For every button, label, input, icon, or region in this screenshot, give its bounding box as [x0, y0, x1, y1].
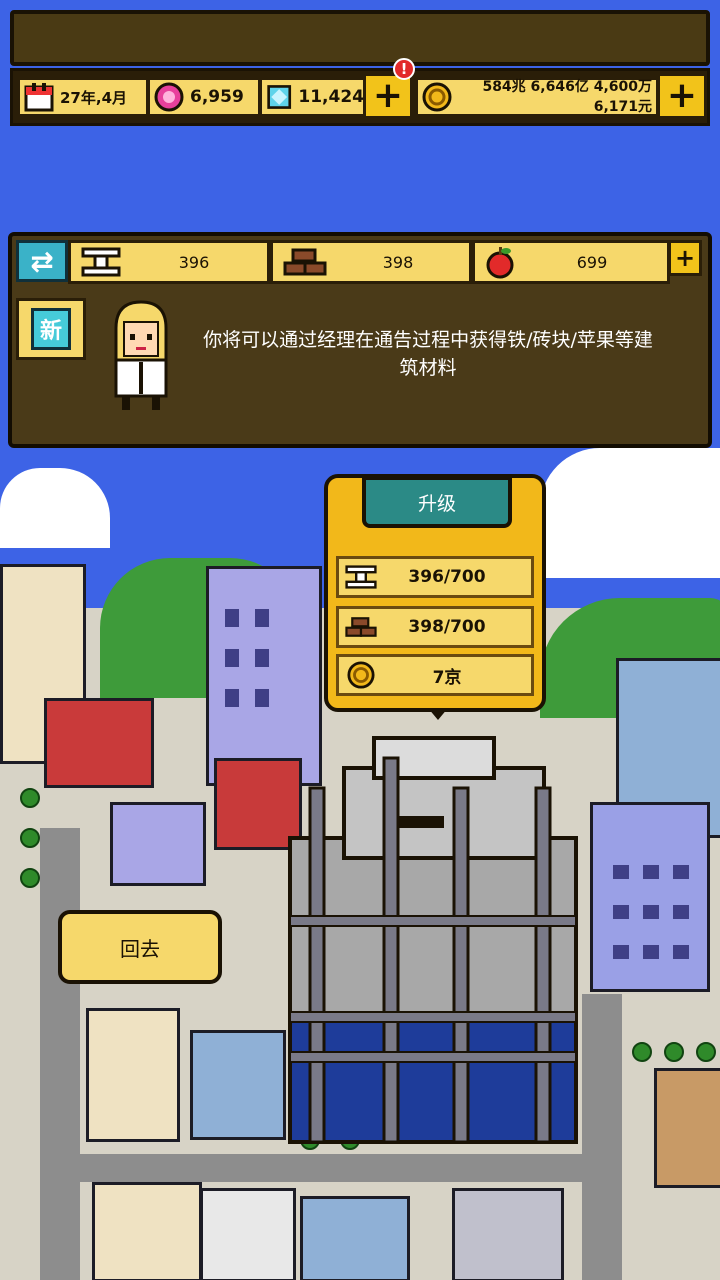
coin-icon — [422, 82, 452, 112]
road-vertical-right — [582, 994, 622, 1280]
swap-button[interactable]: ⇄ — [16, 240, 68, 282]
iron-beam-icon — [345, 565, 377, 589]
iron-count: 396 — [178, 252, 210, 272]
building-beige-plaza — [86, 1008, 180, 1142]
red-roof-house — [44, 698, 154, 788]
date-text: 27年,4月 — [60, 88, 128, 107]
construction-building[interactable] — [284, 728, 580, 1148]
iron-beam-icon — [81, 247, 121, 277]
resource-stat-row: 27年,4月 6,959 11,424 + 584兆 6,646亿 4,600万… — [10, 68, 710, 126]
cloud-left — [0, 468, 110, 548]
tree — [664, 1042, 684, 1062]
road-horizontal — [80, 1154, 600, 1182]
money-line-1: 584兆 6,646亿 4,600万 — [482, 79, 652, 95]
building-bottom-left — [92, 1182, 202, 1280]
money-line-2: 6,171元 — [593, 99, 652, 115]
apple-icon — [486, 247, 514, 279]
money-pill: 584兆 6,646亿 4,600万 6,171元 — [415, 77, 659, 117]
popup-pointer — [428, 708, 448, 720]
tree — [20, 868, 40, 888]
blue-gem-count: 11,424 — [298, 87, 364, 107]
building-bottom-white — [200, 1188, 296, 1280]
tree — [632, 1042, 652, 1062]
brick-bar: 398 — [270, 240, 472, 284]
top-banner-frame — [10, 10, 710, 66]
back-button[interactable]: 回去 — [58, 910, 222, 984]
requirement-brick-value: 398/700 — [408, 617, 486, 637]
coin-icon — [347, 661, 375, 689]
apple-count: 699 — [576, 252, 608, 272]
building-wood-deck — [654, 1068, 720, 1188]
requirement-iron-value: 396/700 — [408, 567, 486, 587]
tree — [696, 1042, 716, 1062]
pink-gem-count: 6,959 — [190, 87, 244, 107]
tree — [20, 828, 40, 848]
cloud-right — [540, 448, 720, 578]
upgrade-popup: 升级 396/700 398/700 7京 — [324, 474, 546, 712]
building-bottom-blue — [300, 1196, 410, 1280]
materials-panel: ⇄ 396 398 699 + 新 你将可以通过经理在通告过程中获得铁/砖块/苹… — [8, 232, 712, 448]
buy-money-button[interactable]: + — [657, 73, 707, 119]
pink-gem-icon — [154, 82, 184, 112]
iron-bar: 396 — [68, 240, 270, 284]
requirement-iron: 396/700 — [336, 556, 534, 598]
pink-gem-pill: 6,959 — [147, 77, 261, 117]
brick-icon — [345, 617, 377, 637]
blue-gem-pill: 11,424 — [259, 77, 367, 117]
apple-bar: 699 — [472, 240, 670, 284]
building-small-purple — [110, 802, 206, 886]
requirement-coin: 7京 — [336, 654, 534, 696]
brick-icon — [283, 248, 327, 276]
notification-badge: ! — [393, 58, 415, 80]
brick-count: 398 — [382, 252, 414, 272]
new-badge-label: 新 — [30, 308, 71, 350]
building-lavender-right — [590, 802, 710, 992]
manager-avatar — [114, 300, 168, 410]
calendar-icon — [24, 83, 54, 112]
date-pill: 27年,4月 — [17, 77, 149, 117]
road-vertical-left — [40, 828, 80, 1280]
building-bottom-grey — [452, 1188, 564, 1280]
requirement-coin-value: 7京 — [432, 667, 462, 688]
buy-materials-button[interactable]: + — [668, 240, 702, 276]
requirement-brick: 398/700 — [336, 606, 534, 648]
upgrade-button[interactable]: 升级 — [362, 476, 512, 528]
building-blue-small — [190, 1030, 286, 1140]
tutorial-message: 你将可以通过经理在通告过程中获得铁/砖块/苹果等建筑材料 — [203, 329, 653, 379]
tree — [20, 788, 40, 808]
new-badge: 新 — [16, 298, 86, 360]
blue-diamond-icon — [267, 85, 292, 109]
